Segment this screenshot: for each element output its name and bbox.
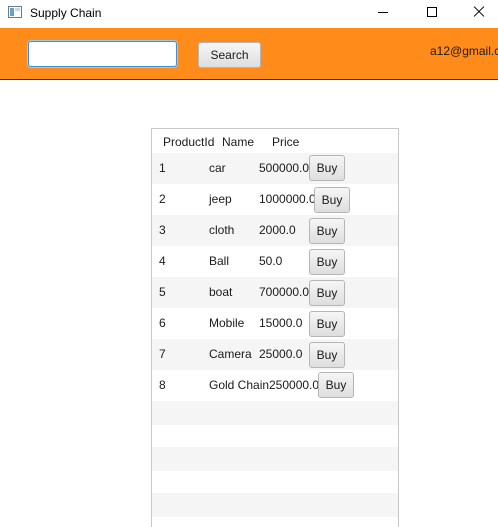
product-id-cell: 8	[159, 378, 166, 392]
buy-button[interactable]: Buy	[309, 342, 345, 368]
buy-button[interactable]: Buy	[309, 249, 345, 275]
search-button[interactable]: Search	[198, 42, 261, 68]
product-name-cell: Mobile	[209, 316, 245, 330]
buy-button[interactable]: Buy	[309, 280, 345, 306]
buy-button[interactable]: Buy	[309, 155, 345, 181]
product-price-cell: 700000.0	[259, 285, 310, 299]
column-header-productid: ProductId	[163, 135, 215, 149]
product-name-cell: jeep	[209, 192, 232, 206]
buy-button[interactable]: Buy	[314, 187, 350, 213]
table-row: 4 Ball 50.0 Buy	[152, 246, 398, 277]
product-name-cell: boat	[209, 285, 233, 299]
product-price-cell: 50.0	[259, 254, 283, 268]
search-input[interactable]	[28, 41, 177, 67]
table-row: 1 car 500000.0 Buy	[152, 153, 398, 184]
product-price-cell: 25000.0	[259, 347, 303, 361]
window-title: Supply Chain	[30, 6, 102, 20]
product-id-cell: 4	[159, 254, 166, 268]
product-table: ProductId Name Price 1 car 500000.0 Buy …	[151, 128, 399, 527]
product-id-cell: 7	[159, 347, 166, 361]
product-id-cell: 6	[159, 316, 166, 330]
table-row: 2 jeep 1000000.0 Buy	[152, 184, 398, 215]
product-name-cell: car	[209, 161, 226, 175]
minimize-icon[interactable]	[360, 0, 406, 26]
product-id-cell: 1	[159, 161, 166, 175]
product-name-cell: cloth	[209, 223, 235, 237]
table-row: 8 Gold Chain 250000.0 Buy	[152, 370, 398, 401]
empty-table-row	[152, 401, 398, 425]
product-id-cell: 5	[159, 285, 166, 299]
product-price-cell: 2000.0	[259, 223, 296, 237]
product-name-cell: Gold Chain	[209, 378, 270, 392]
empty-table-row	[152, 447, 398, 471]
app-window-icon	[8, 6, 22, 18]
table-header: ProductId Name Price	[152, 129, 398, 153]
user-email: a12@gmail.c	[430, 44, 498, 58]
product-price-cell: 250000.0	[269, 378, 320, 392]
table-row: 6 Mobile 15000.0 Buy	[152, 308, 398, 339]
close-icon[interactable]	[452, 0, 498, 26]
column-header-price: Price	[272, 135, 300, 149]
product-name-cell: Ball	[209, 254, 230, 268]
title-bar: Supply Chain	[0, 0, 498, 28]
buy-button[interactable]: Buy	[318, 372, 354, 398]
empty-table-row	[152, 425, 398, 449]
column-header-name: Name	[222, 135, 255, 149]
table-row: 7 Camera 25000.0 Buy	[152, 339, 398, 370]
empty-table-row	[152, 517, 398, 527]
product-id-cell: 3	[159, 223, 166, 237]
product-price-cell: 500000.0	[259, 161, 310, 175]
empty-table-row	[152, 471, 398, 495]
buy-button[interactable]: Buy	[309, 311, 345, 337]
product-price-cell: 15000.0	[259, 316, 303, 330]
table-row: 5 boat 700000.0 Buy	[152, 277, 398, 308]
maximize-icon[interactable]	[408, 0, 454, 26]
product-name-cell: Camera	[209, 347, 252, 361]
product-price-cell: 1000000.0	[259, 192, 316, 206]
buy-button[interactable]: Buy	[309, 218, 345, 244]
product-id-cell: 2	[159, 192, 166, 206]
table-row: 3 cloth 2000.0 Buy	[152, 215, 398, 246]
toolbar: Search a12@gmail.c	[0, 28, 498, 80]
empty-table-row	[152, 493, 398, 517]
